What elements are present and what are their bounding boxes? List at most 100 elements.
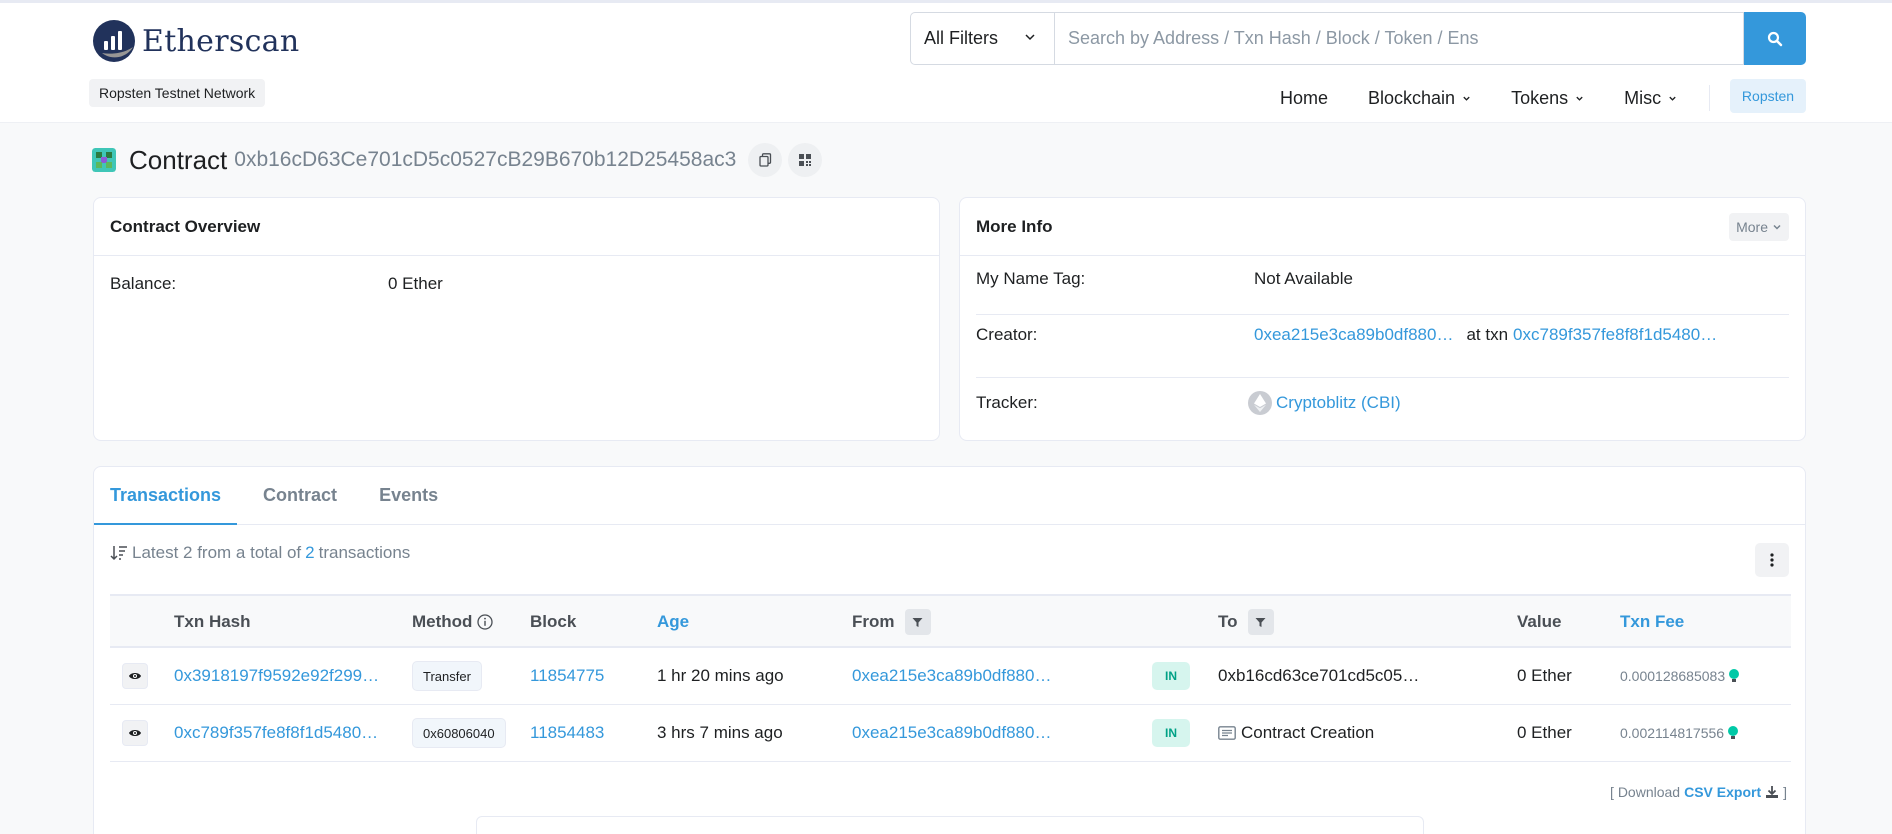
- more-info-header: More Info More: [960, 198, 1805, 256]
- contract-address[interactable]: 0xb16cD63Ce701cD5c0527cB29B670b12D25458a…: [234, 148, 736, 172]
- eye-icon: [129, 730, 141, 736]
- csv-close-text: ]: [1783, 784, 1787, 800]
- name-tag-label: My Name Tag:: [976, 269, 1086, 288]
- to-address: 0xb16cd63ce701cd5c05…: [1218, 666, 1420, 685]
- txn-hash-link[interactable]: 0xc789f357fe8f8f1d5480…: [174, 705, 378, 761]
- tab-transactions[interactable]: Transactions: [94, 466, 238, 525]
- tab-events[interactable]: Events: [363, 466, 454, 524]
- name-tag-row: My Name Tag: Not Available: [976, 264, 1789, 294]
- filter-icon: [1255, 617, 1266, 627]
- nav-home-label: Home: [1280, 87, 1329, 108]
- balance-row: Balance: 0 Ether: [94, 256, 939, 312]
- col-age[interactable]: Age: [657, 596, 689, 648]
- block-link[interactable]: 11854483: [530, 705, 604, 761]
- col-block: Block: [530, 612, 577, 631]
- search-filter-select[interactable]: All Filters: [910, 12, 1054, 65]
- table-header: Txn Hash Method Block Age From To Value …: [110, 594, 1791, 648]
- nav-misc-label: Misc: [1624, 87, 1662, 108]
- more-dropdown-button[interactable]: More: [1729, 212, 1789, 241]
- nav-tokens[interactable]: Tokens: [1511, 88, 1584, 109]
- site-header: Etherscan Ropsten Testnet Network All Fi…: [0, 3, 1892, 123]
- creator-at-txn-text: at txn: [1466, 325, 1509, 344]
- creator-address-link[interactable]: 0xea215e3ca89b0df880…: [1254, 325, 1453, 345]
- summary-count[interactable]: 2: [305, 543, 314, 563]
- search-icon: [1767, 31, 1783, 46]
- brand-name: Etherscan: [142, 23, 300, 59]
- method-badge: Transfer: [412, 661, 482, 691]
- info-icon[interactable]: [477, 614, 494, 630]
- tab-bar: Transactions Contract Events: [94, 467, 1805, 525]
- lightbulb-icon[interactable]: [1728, 668, 1740, 684]
- creator-txn-link[interactable]: 0xc789f357fe8f8f1d5480…: [1513, 325, 1717, 345]
- nav-misc[interactable]: Misc: [1624, 88, 1677, 109]
- nav-divider: [1709, 85, 1710, 111]
- contract-overview-card: Contract Overview Balance: 0 Ether: [93, 197, 940, 441]
- direction-badge: IN: [1152, 662, 1190, 690]
- col-to: To: [1218, 596, 1274, 648]
- from-filter-button[interactable]: [904, 609, 931, 635]
- etherscan-logo[interactable]: Etherscan: [92, 19, 299, 63]
- etherscan-logo-icon: [93, 20, 135, 62]
- csv-open-text: [ Download: [1610, 784, 1681, 800]
- col-to-label: To: [1218, 612, 1238, 631]
- contract-creation-icon: [1218, 726, 1236, 740]
- more-button-label: More: [1736, 218, 1768, 235]
- col-method: Method: [412, 596, 494, 648]
- balance-value: 0 Ether: [388, 274, 443, 293]
- chevron-down-icon: [1025, 34, 1035, 41]
- qr-code-button[interactable]: [788, 143, 823, 177]
- summary-suffix: transactions: [318, 543, 411, 562]
- chevron-down-icon: [1773, 224, 1781, 230]
- age-cell: 3 hrs 7 mins ago: [657, 723, 783, 742]
- nav-home[interactable]: Home: [1280, 88, 1328, 109]
- kebab-menu-icon: [1770, 553, 1774, 567]
- tracker-row: Tracker: Cryptoblitz (CBI): [976, 388, 1789, 418]
- chevron-down-icon: [1669, 96, 1676, 101]
- download-icon[interactable]: [1765, 785, 1779, 799]
- method-badge: 0x60806040: [412, 718, 506, 748]
- to-contract-creation: Contract Creation: [1241, 723, 1375, 742]
- view-details-button[interactable]: [122, 720, 148, 746]
- more-info-card: More Info More My Name Tag: Not Availabl…: [959, 197, 1806, 441]
- tracker-label: Tracker:: [976, 393, 1038, 412]
- copy-address-button[interactable]: [748, 143, 783, 177]
- from-address-link[interactable]: 0xea215e3ca89b0df880…: [852, 648, 1051, 704]
- block-link[interactable]: 11854775: [530, 648, 604, 704]
- search-filter-label: All Filters: [924, 28, 999, 48]
- qr-code-icon: [799, 154, 812, 166]
- csv-export-link[interactable]: CSV Export: [1684, 784, 1761, 800]
- table-options-button[interactable]: [1755, 543, 1789, 577]
- balance-label: Balance:: [110, 274, 177, 293]
- col-from-label: From: [852, 612, 895, 631]
- more-info-title: More Info: [976, 216, 1053, 236]
- to-filter-button[interactable]: [1247, 609, 1274, 635]
- transactions-table: Txn Hash Method Block Age From To Value …: [110, 594, 1791, 762]
- page-title: Contract: [129, 144, 228, 175]
- nav-tokens-label: Tokens: [1511, 87, 1569, 108]
- token-logo-icon: [1248, 391, 1272, 415]
- col-txn-fee[interactable]: Txn Fee: [1620, 596, 1684, 648]
- search-input[interactable]: [1054, 12, 1744, 65]
- csv-download: [ Download CSV Export ]: [1610, 784, 1787, 800]
- chevron-down-icon: [1463, 96, 1470, 101]
- eye-icon: [129, 673, 141, 679]
- copy-icon: [759, 153, 771, 167]
- filter-icon: [912, 617, 923, 627]
- tab-contract[interactable]: Contract: [247, 466, 353, 524]
- tracker-token-link[interactable]: Cryptoblitz (CBI): [1276, 393, 1401, 413]
- banner-placeholder: [476, 816, 1424, 834]
- nav-blockchain-label: Blockchain: [1368, 87, 1456, 108]
- search-bar: All Filters: [910, 12, 1806, 65]
- from-address-link[interactable]: 0xea215e3ca89b0df880…: [852, 705, 1051, 761]
- search-button[interactable]: [1744, 12, 1806, 65]
- lightbulb-icon[interactable]: [1727, 725, 1739, 741]
- view-details-button[interactable]: [122, 663, 148, 689]
- transactions-card: Transactions Contract Events Latest 2 fr…: [93, 466, 1806, 834]
- txn-hash-link[interactable]: 0x3918197f9592e92f299…: [174, 648, 379, 704]
- value-cell: 0 Ether: [1517, 666, 1572, 685]
- nav-blockchain[interactable]: Blockchain: [1368, 88, 1471, 109]
- creator-row: Creator: 0xea215e3ca89b0df880… at txn 0x…: [976, 320, 1789, 350]
- col-from: From: [852, 596, 931, 648]
- network-switch-button[interactable]: Ropsten: [1730, 79, 1806, 113]
- col-method-label: Method: [412, 612, 473, 631]
